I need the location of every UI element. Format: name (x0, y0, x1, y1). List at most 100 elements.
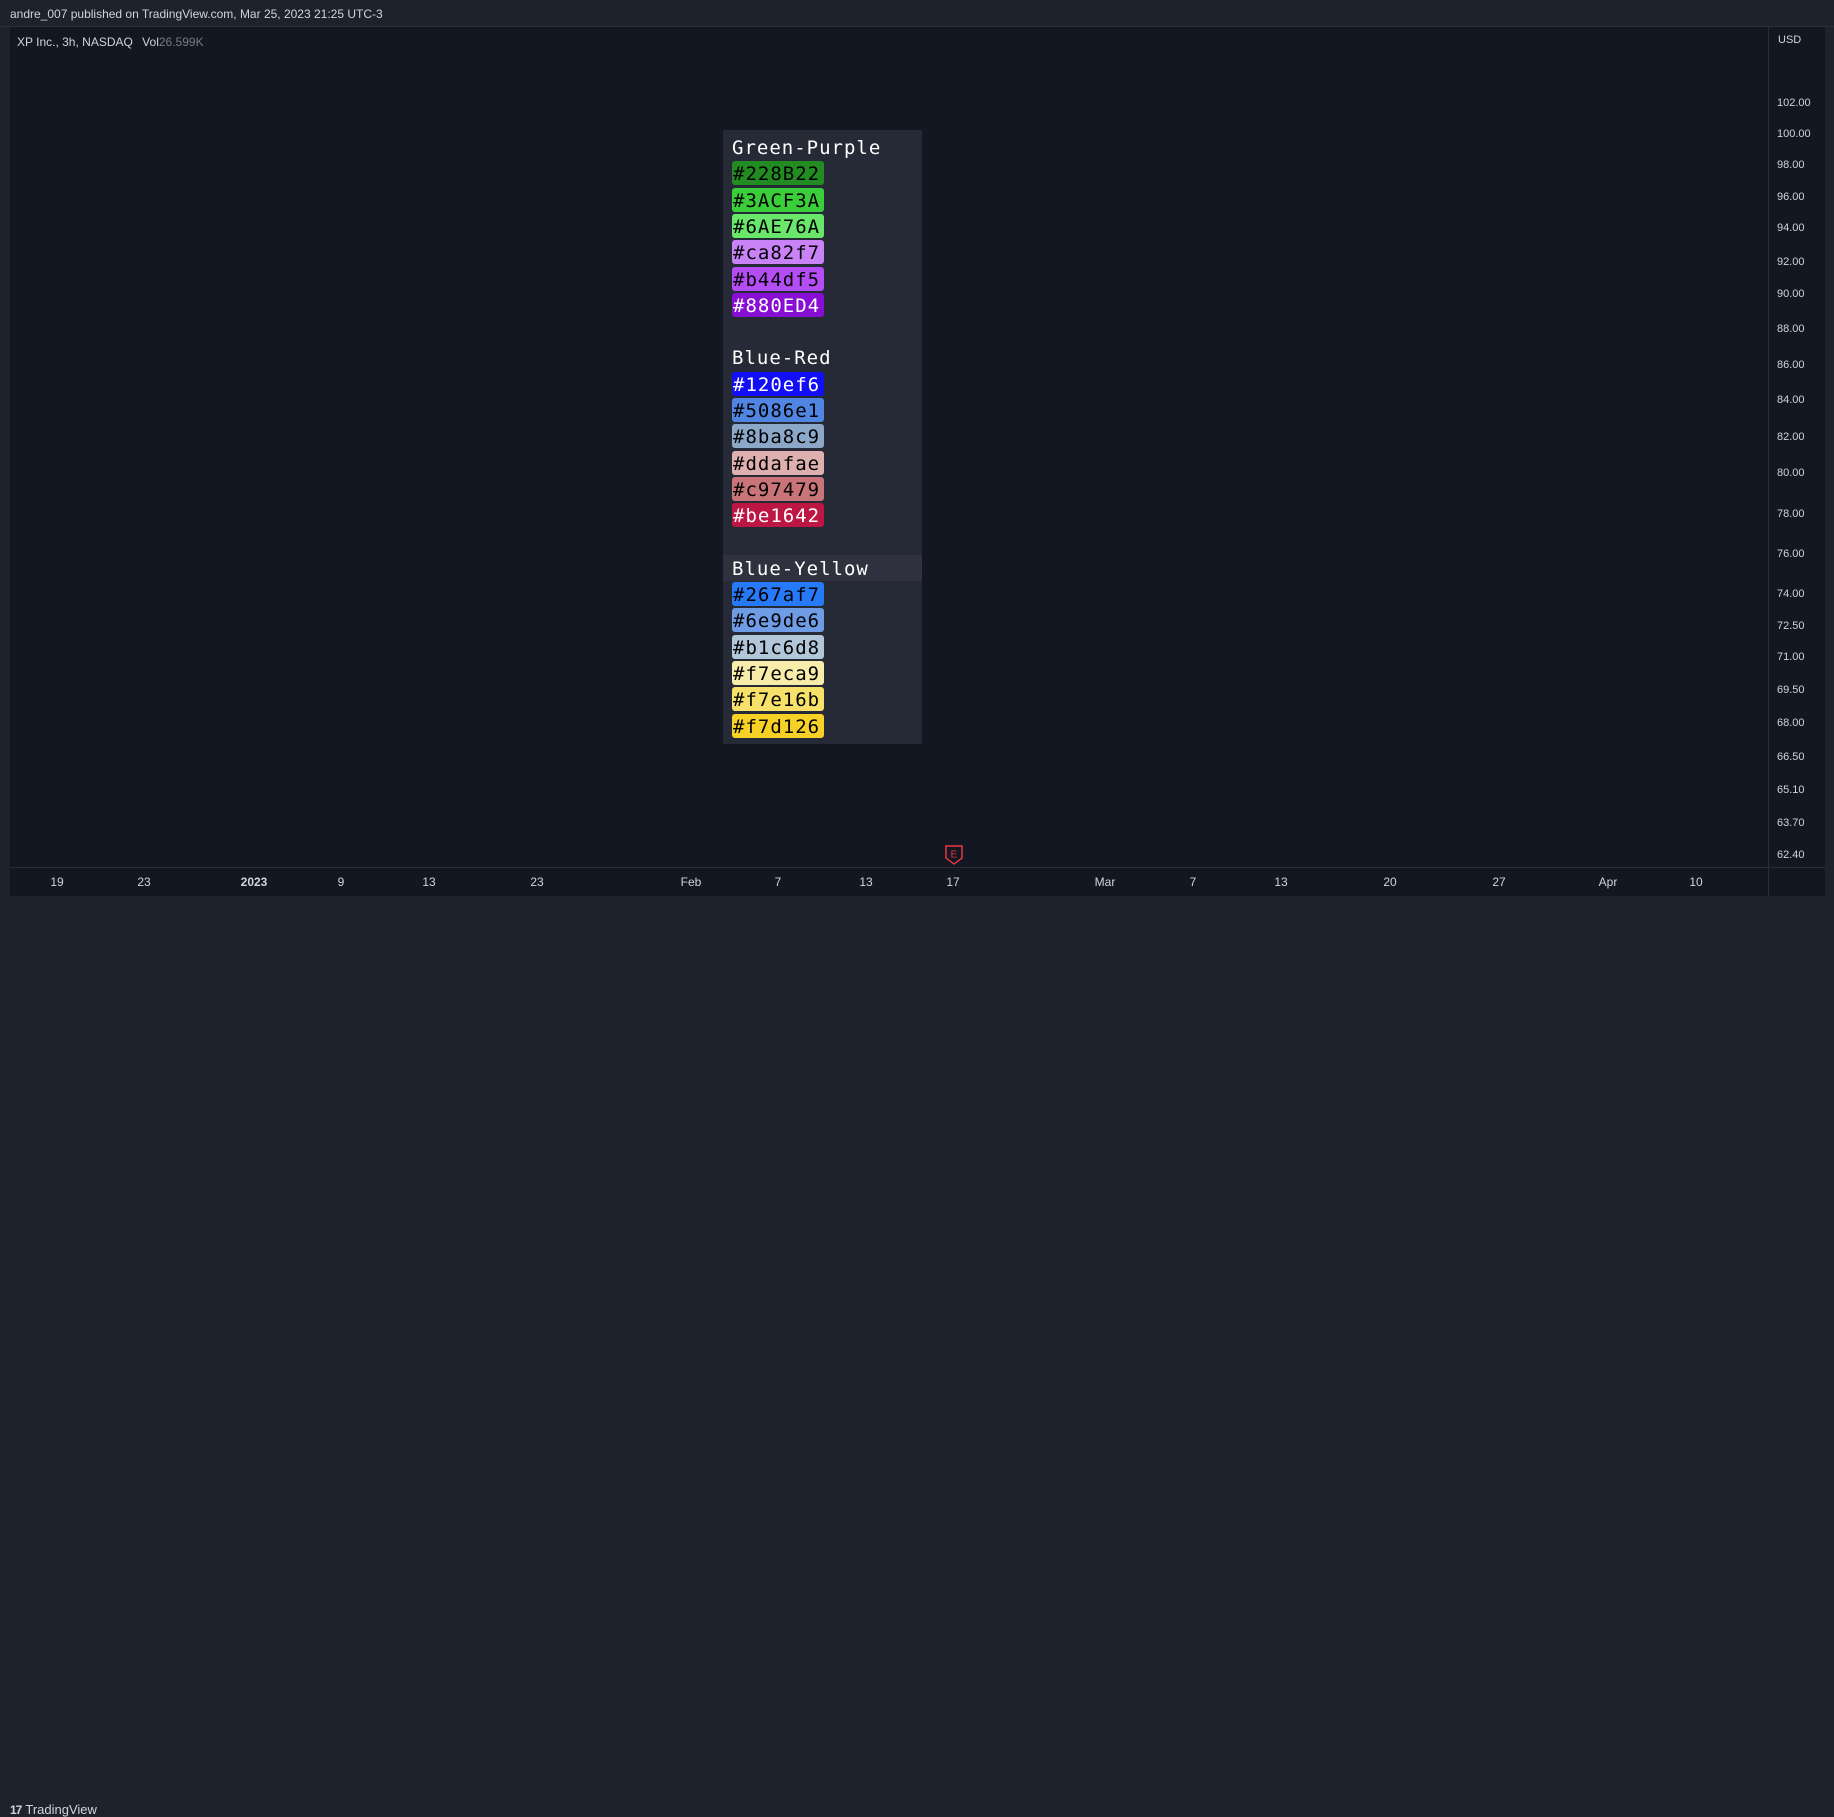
price-tick-label: 76.00 (1777, 548, 1805, 560)
price-tick-label: 65.10 (1777, 784, 1805, 796)
time-tick-label: 10 (1689, 875, 1703, 889)
color-hex-label: #ca82f7 (733, 242, 821, 265)
color-swatch: #be1642 (732, 503, 824, 528)
price-tick-label: 94.00 (1777, 222, 1805, 234)
palette-color-row: #5086e1 (723, 397, 922, 423)
price-tick-label: 100.00 (1777, 128, 1811, 140)
time-tick-label: 7 (1189, 875, 1197, 889)
price-tick-label: 88.00 (1777, 323, 1805, 335)
palette-color-row: #267af7 (723, 581, 922, 607)
price-tick-label: 96.00 (1777, 191, 1805, 203)
color-swatch: #880ED4 (732, 292, 824, 317)
palette-header-row: Green-Purple (723, 134, 922, 160)
palette-color-row: #c97479 (723, 476, 922, 502)
color-hex-label: #5086e1 (733, 400, 821, 422)
palette-color-row: #3ACF3A (723, 187, 922, 213)
price-tick-label: 98.00 (1777, 159, 1805, 171)
color-swatch: #6AE76A (732, 213, 824, 238)
palette-color-row: #f7d126 (723, 713, 922, 739)
volume-value: 26.599K (158, 35, 204, 49)
color-swatch: #5086e1 (732, 398, 824, 422)
palette-color-row: #f7eca9 (723, 660, 922, 686)
palette-color-row: #b1c6d8 (723, 634, 922, 660)
palette-color-row: #be1642 (723, 502, 922, 528)
palette-color-row: #8ba8c9 (723, 423, 922, 449)
color-hex-label: #be1642 (733, 505, 821, 528)
price-tick-label: 86.00 (1777, 359, 1805, 371)
color-hex-label: #b1c6d8 (733, 636, 821, 659)
palette-color-row: #120ef6 (723, 371, 922, 397)
color-hex-label: #f7e16b (733, 689, 821, 712)
color-swatch: #f7eca9 (732, 661, 824, 685)
color-hex-label: #f7eca9 (733, 663, 821, 685)
price-tick-label: 72.50 (1777, 620, 1805, 632)
price-tick-label: 66.50 (1777, 751, 1805, 763)
color-hex-label: #ddafae (733, 452, 821, 475)
palette-header-row: Blue-Yellow (723, 554, 922, 581)
palette-color-row: #ca82f7 (723, 239, 922, 265)
palette-name: Blue-Yellow (732, 557, 869, 580)
time-tick-label: Feb (680, 875, 702, 889)
price-tick-label: 63.70 (1777, 817, 1805, 829)
time-tick-label: 7 (774, 875, 782, 889)
time-tick-label: 19 (50, 875, 64, 889)
color-hex-label: #120ef6 (733, 373, 821, 396)
time-tick-label: 20 (1383, 875, 1397, 889)
price-axis-currency[interactable]: USD (1778, 34, 1801, 46)
price-tick-label: 102.00 (1777, 97, 1811, 109)
price-tick-label: 78.00 (1777, 508, 1805, 520)
palette-table: Green-Purple #228B22 #3ACF3A #6AE76A #ca82f7… (723, 130, 922, 744)
palette-color-row: #880ED4 (723, 292, 922, 318)
time-tick-label: 2023 (240, 875, 268, 889)
time-tick-label: 9 (337, 875, 345, 889)
chart-window: andre_007 published on TradingView.com, … (0, 0, 1834, 1817)
color-hex-label: #8ba8c9 (733, 426, 821, 449)
time-tick-label: Apr (1598, 875, 1618, 889)
tradingview-logo[interactable]: 17 TradingView (10, 1802, 97, 1817)
palette-color-row: #228B22 (723, 160, 922, 186)
price-tick-label: 71.00 (1777, 651, 1805, 663)
color-swatch: #f7d126 (732, 713, 824, 738)
color-swatch: #228B22 (732, 161, 824, 186)
price-tick-label: 90.00 (1777, 288, 1805, 300)
color-hex-label: #f7d126 (733, 715, 821, 738)
palette-color-row: #ddafae (723, 450, 922, 476)
symbol-title[interactable]: XP Inc., 3h, NASDAQ (17, 35, 133, 49)
time-tick-label: 13 (422, 875, 436, 889)
color-hex-label: #6AE76A (733, 215, 821, 238)
time-tick-label: 13 (859, 875, 873, 889)
time-tick-label: 23 (530, 875, 544, 889)
price-tick-label: 62.40 (1777, 849, 1805, 861)
time-tick-label: Mar (1094, 875, 1116, 889)
time-tick-label: 17 (946, 875, 960, 889)
color-hex-label: #880ED4 (733, 294, 821, 317)
color-swatch: #3ACF3A (732, 187, 824, 212)
color-hex-label: #228B22 (733, 163, 821, 186)
color-swatch: #b1c6d8 (732, 634, 824, 659)
price-axis[interactable] (1768, 27, 1825, 867)
price-tick-label: 80.00 (1777, 467, 1805, 479)
brand-name: TradingView (25, 1802, 97, 1817)
palette-color-row: #6AE76A (723, 213, 922, 239)
color-swatch: #ddafae (732, 450, 824, 475)
brand-bar: 17 TradingView (0, 896, 1834, 1817)
color-swatch: #c97479 (732, 476, 824, 501)
palette-name: Blue-Red (732, 347, 832, 370)
tradingview-logo-icon: 17 (10, 1803, 22, 1817)
palette-name: Green-Purple (732, 137, 882, 159)
color-swatch: #ca82f7 (732, 240, 824, 265)
symbol-legend[interactable]: XP Inc., 3h, NASDAQ Vol26.599K (17, 35, 204, 49)
axis-corner (1768, 867, 1825, 896)
color-hex-label: #267af7 (733, 584, 821, 607)
color-swatch: #b44df5 (732, 266, 824, 291)
price-tick-label: 92.00 (1777, 256, 1805, 268)
time-tick-label: 27 (1492, 875, 1506, 889)
price-tick-label: 82.00 (1777, 431, 1805, 443)
publish-info: andre_007 published on TradingView.com, … (10, 7, 383, 21)
color-swatch: #8ba8c9 (732, 424, 824, 449)
color-hex-label: #b44df5 (733, 268, 821, 291)
color-swatch: #f7e16b (732, 687, 824, 712)
price-tick-label: 69.50 (1777, 684, 1805, 696)
palette-color-row: #6e9de6 (723, 607, 922, 633)
earnings-marker-icon[interactable]: E (944, 845, 964, 865)
